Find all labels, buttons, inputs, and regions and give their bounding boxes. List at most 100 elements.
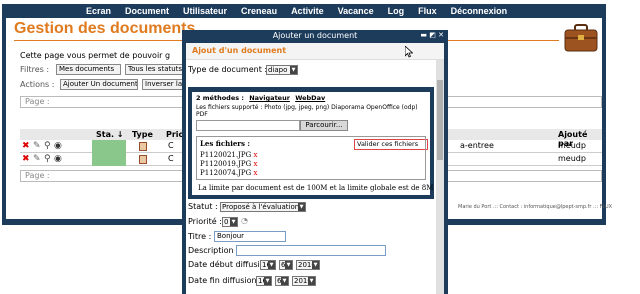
chevron-down-icon: ▼ <box>285 261 292 269</box>
add-document-dialog: Ajouter un document ▬ ◩ ✕ Ajout d'un doc… <box>182 30 448 294</box>
methods-label: 2 méthodes : <box>196 94 244 102</box>
chevron-down-icon: ▼ <box>298 203 305 211</box>
description-input[interactable] <box>236 245 386 256</box>
type-select[interactable]: diapo ▼ <box>266 65 298 75</box>
titre-label: Titre : <box>188 232 212 241</box>
row-priority: C <box>168 154 174 163</box>
chevron-down-icon: ▼ <box>230 218 237 226</box>
type-value: diapo <box>268 66 288 74</box>
validate-files-button[interactable]: Valider ces fichiers <box>354 139 428 150</box>
methods-line: 2 méthodes : Navigateur WebDav <box>196 94 325 102</box>
mouse-cursor-icon <box>405 46 413 58</box>
type-label: Type de document : <box>188 65 268 74</box>
dialog-title: Ajouter un document <box>272 31 358 40</box>
file-name: P1120021.JPG <box>200 151 252 159</box>
minimize-icon[interactable]: ▬ <box>420 31 427 39</box>
menu-creneau[interactable]: Creneau <box>241 6 277 16</box>
filter-owner-value: Mes documents <box>59 65 115 73</box>
menu-flux[interactable]: Flux <box>418 6 437 16</box>
statut-select[interactable]: Proposé à l'évaluation ▼ <box>220 202 306 212</box>
webdav-tab[interactable]: WebDav <box>295 94 325 102</box>
scrollbar-thumb[interactable] <box>437 80 443 160</box>
file-item: P1120074.JPG x <box>200 169 257 177</box>
footer-text: Marie du Port .:: Contact : informatique… <box>458 204 613 210</box>
remove-file-icon[interactable]: x <box>253 160 257 168</box>
status-indicator <box>92 140 126 153</box>
file-name: P1120019.JPG <box>200 160 252 168</box>
row-priority: C <box>168 141 174 150</box>
close-icon[interactable]: ✕ <box>438 31 444 39</box>
invert-selection-button[interactable]: Inverser la <box>142 79 186 90</box>
col-status[interactable]: Sta. ↓ <box>96 130 124 139</box>
menu-utilisateur[interactable]: Utilisateur <box>183 6 227 16</box>
view-eye-icon[interactable]: ◉ <box>54 154 62 164</box>
chevron-down-icon: ▼ <box>312 261 319 269</box>
remove-file-icon[interactable]: x <box>253 151 257 159</box>
end-year-select[interactable]: 2010 ▼ <box>292 276 316 286</box>
edit-icon[interactable]: ✎ <box>33 141 41 151</box>
menu-document[interactable]: Document <box>125 6 169 16</box>
menu-activite[interactable]: Activite <box>291 6 324 16</box>
statut-label: Statut : <box>188 202 218 211</box>
status-indicator <box>92 153 126 166</box>
file-item: P1120021.JPG x <box>200 151 257 159</box>
zoom-icon[interactable]: ⚲ <box>44 141 51 151</box>
start-month-select[interactable]: 6 ▼ <box>279 260 293 270</box>
zoom-icon[interactable]: ⚲ <box>44 154 51 164</box>
chevron-down-icon: ▼ <box>308 277 315 285</box>
row-added-by: meudp <box>558 154 586 163</box>
dialog-scrollbar[interactable] <box>436 60 444 294</box>
start-year-select[interactable]: 2010 ▼ <box>296 260 320 270</box>
filter-status-select[interactable]: Tous les statuts <box>125 64 185 75</box>
delete-icon[interactable]: ✖ <box>22 154 30 164</box>
row-added-by: meudp <box>558 141 586 150</box>
dialog-subtitle: Ajout d'un document <box>192 46 287 55</box>
supported-files: Les fichiers supporté : Photo (jpg, jpeg… <box>196 104 418 118</box>
page-title: Gestion des documents <box>14 20 196 37</box>
document-type-icon <box>139 155 147 164</box>
briefcase-icon <box>564 24 598 52</box>
upload-inner: 2 méthodes : Navigateur WebDav Les fichi… <box>192 92 434 195</box>
statut-value: Proposé à l'évaluation <box>222 203 300 211</box>
menu-log[interactable]: Log <box>388 6 405 16</box>
menu-vacance[interactable]: Vacance <box>338 6 374 16</box>
end-day-select[interactable]: 16 ▼ <box>256 276 272 286</box>
priority-label: Priorité : <box>188 217 222 226</box>
date-end-label: Date fin diffusion: <box>188 276 260 285</box>
upload-panel: 2 méthodes : Navigateur WebDav Les fichi… <box>188 87 434 199</box>
menu-deconnexion[interactable]: Déconnexion <box>451 6 508 16</box>
view-eye-icon[interactable]: ◉ <box>54 141 62 151</box>
filter-owner-select[interactable]: Mes documents <box>56 64 121 75</box>
add-document-button[interactable]: Ajouter Un document <box>60 79 138 90</box>
row-info: a-entree <box>460 141 494 150</box>
files-label: Les fichiers : <box>200 139 250 148</box>
chevron-down-icon: ▼ <box>264 277 271 285</box>
delete-icon[interactable]: ✖ <box>22 141 30 151</box>
navigator-tab[interactable]: Navigateur <box>249 94 290 102</box>
priority-value: 0 <box>224 218 229 226</box>
file-item: P1120019.JPG x <box>200 160 257 168</box>
remove-file-icon[interactable]: x <box>253 169 257 177</box>
edit-icon[interactable]: ✎ <box>33 154 41 164</box>
browse-button[interactable]: Parcourir... <box>300 120 348 131</box>
filters-label: Filtres : <box>20 65 50 74</box>
maximize-icon[interactable]: ◩ <box>429 31 436 39</box>
description-label: Description : <box>188 246 239 255</box>
file-name: P1120074.JPG <box>200 169 252 177</box>
col-type[interactable]: Type <box>132 130 153 139</box>
menu-ecran[interactable]: Ecran <box>86 6 111 16</box>
titre-input[interactable]: Bonjour <box>214 231 286 242</box>
priority-select[interactable]: 0 ▼ <box>222 217 238 227</box>
chevron-down-icon: ▼ <box>268 261 275 269</box>
end-month-select[interactable]: 6 ▼ <box>275 276 289 286</box>
document-type-icon <box>139 142 147 151</box>
file-path-input[interactable] <box>196 120 300 131</box>
dialog-body: Ajout d'un document Type de document : d… <box>186 43 444 294</box>
main-menu: Ecran Document Utilisateur Creneau Activ… <box>86 4 574 18</box>
help-icon[interactable]: ◔ <box>241 216 248 225</box>
actions-label: Actions : <box>20 80 55 89</box>
filter-status-value: Tous les statuts <box>128 65 183 73</box>
start-day-select[interactable]: 16 ▼ <box>260 260 276 270</box>
chevron-down-icon: ▼ <box>281 277 288 285</box>
size-limit-note: La limite par document est de 100M et la… <box>198 184 434 192</box>
